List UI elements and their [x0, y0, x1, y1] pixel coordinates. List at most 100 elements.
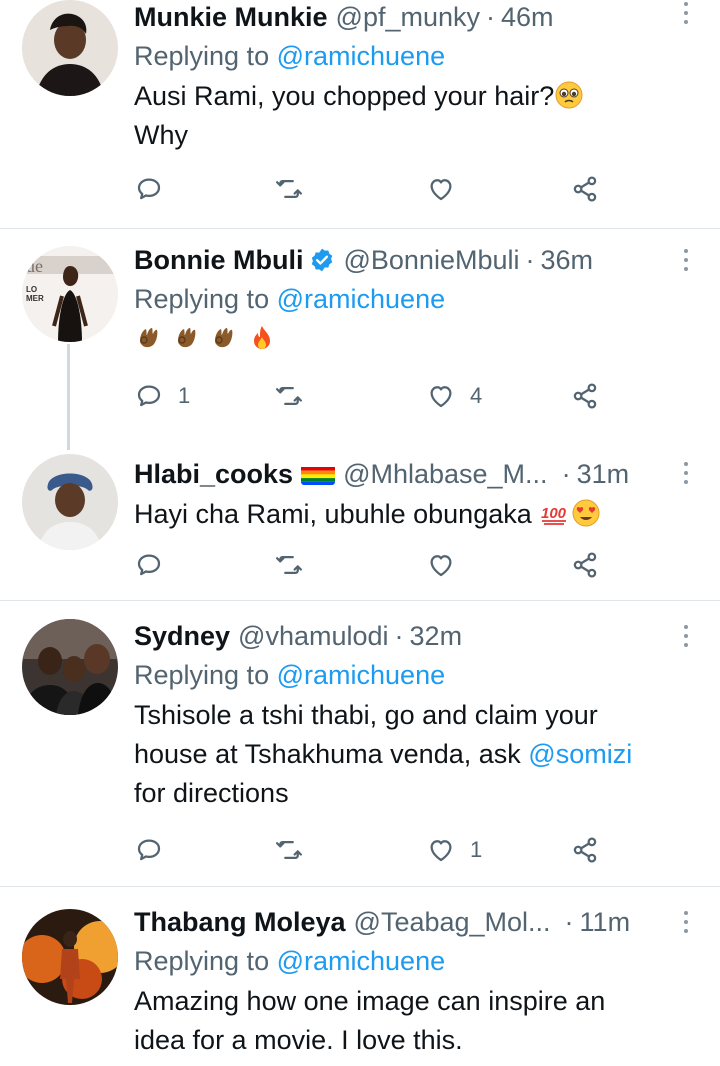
avatar[interactable] [22, 0, 118, 96]
like-button[interactable] [426, 174, 470, 204]
tweet[interactable]: Sydney @vhamulodi · 32m Replying to @ram… [0, 601, 720, 886]
retweet-button[interactable] [274, 835, 304, 865]
timestamp[interactable]: 11m [580, 905, 631, 939]
pleading-face-emoji [555, 81, 583, 109]
mention-link[interactable]: @ramichuene [277, 41, 446, 71]
tweet-text: Tshisole a tshi thabi, go and claim your… [134, 696, 660, 813]
tweet[interactable]: Munkie Munkie @pf_munky · 46m Replying t… [0, 0, 720, 228]
tweet-text-line: Why [134, 120, 188, 150]
mention-link[interactable]: @ramichuene [277, 946, 446, 976]
tweet-text: Ausi Rami, you chopped your hair? Why [134, 77, 660, 155]
retweet-icon [274, 835, 304, 865]
share-button[interactable] [570, 174, 600, 204]
avatar[interactable] [22, 619, 118, 715]
more-options-icon[interactable] [682, 249, 690, 276]
ok-hand-emoji [215, 328, 233, 348]
retweet-icon [274, 174, 304, 204]
tweet[interactable]: Hlabi_cooks @Mhlabase_M... · 31m Hayi ch… [0, 450, 720, 600]
separator: · [564, 907, 574, 937]
reply-button[interactable] [134, 550, 178, 580]
reply-icon [134, 381, 164, 411]
mention-link[interactable]: @ramichuene [277, 660, 446, 690]
like-button[interactable]: 1 [426, 835, 482, 865]
heart-icon [426, 835, 456, 865]
hundred-points-emoji: 100 [541, 505, 567, 525]
ok-hand-emoji [177, 328, 195, 348]
share-button[interactable] [570, 835, 600, 865]
fire-emoji [253, 326, 270, 349]
timestamp[interactable]: 46m [501, 0, 554, 34]
tweet-text-line: Amazing how one image can inspire an [134, 986, 606, 1016]
rainbow-flag-icon [301, 463, 336, 485]
timestamp[interactable]: 36m [541, 243, 594, 277]
separator: · [394, 621, 404, 651]
mention-link[interactable]: @ramichuene [277, 284, 446, 314]
replying-to: Replying to @ramichuene [134, 38, 660, 74]
author-name[interactable]: Thabang Moleya [134, 905, 346, 939]
share-icon [570, 835, 600, 865]
tweet-text-line: Ausi Rami, you chopped your hair? [134, 81, 555, 111]
svg-text:LO: LO [26, 285, 37, 294]
more-options-icon[interactable] [682, 625, 690, 652]
svg-text:ue: ue [26, 256, 43, 276]
replying-to-label: Replying to [134, 41, 270, 71]
verified-badge-icon [312, 248, 333, 272]
author-handle[interactable]: @pf_munky [336, 0, 480, 34]
author-handle[interactable]: @BonnieMbuli [343, 243, 519, 277]
heart-icon [426, 550, 456, 580]
more-options-icon[interactable] [682, 911, 690, 938]
retweet-button[interactable] [274, 381, 304, 411]
tweet-text-line: idea for a movie. I love this. [134, 1025, 463, 1055]
heart-eyes-emoji [572, 499, 600, 527]
retweet-button[interactable] [274, 550, 304, 580]
author-name[interactable]: Bonnie Mbuli [134, 243, 303, 277]
reply-icon [134, 835, 164, 865]
more-options-icon[interactable] [682, 2, 690, 29]
retweet-icon [274, 381, 304, 411]
reply-button[interactable] [134, 174, 178, 204]
tweet-text-line: house at Tshakhuma venda, ask [134, 739, 521, 769]
timestamp[interactable]: 31m [577, 457, 630, 491]
avatar[interactable] [22, 454, 118, 550]
tweet-text [134, 320, 660, 360]
author-handle[interactable]: @Mhlabase_M... [343, 457, 548, 491]
replying-to-label: Replying to [134, 284, 270, 314]
reply-count: 1 [178, 383, 191, 408]
retweet-button[interactable] [274, 174, 304, 204]
reply-button[interactable]: 1 [134, 381, 190, 411]
separator: · [561, 459, 571, 489]
reply-button[interactable] [134, 835, 178, 865]
replying-to: Replying to @ramichuene [134, 943, 660, 979]
timestamp[interactable]: 32m [410, 619, 463, 653]
more-options-icon[interactable] [682, 462, 690, 489]
thread-line [67, 344, 70, 450]
author-handle[interactable]: @Teabag_Mol... [354, 905, 551, 939]
avatar[interactable] [22, 909, 118, 1005]
share-button[interactable] [570, 550, 600, 580]
tweet-text: Amazing how one image can inspire an ide… [134, 982, 660, 1060]
tweet-text-line: Tshisole a tshi thabi, go and claim your [134, 700, 598, 730]
replying-to-label: Replying to [134, 946, 270, 976]
author-name[interactable]: Sydney [134, 619, 230, 653]
share-icon [570, 174, 600, 204]
heart-icon [426, 174, 456, 204]
replying-to: Replying to @ramichuene [134, 281, 660, 317]
mention-link[interactable]: @somizi [528, 739, 632, 769]
share-button[interactable] [570, 381, 600, 411]
reply-icon [134, 550, 164, 580]
svg-text:100: 100 [541, 505, 567, 522]
like-button[interactable] [426, 550, 470, 580]
ok-hand-emoji [140, 328, 158, 348]
tweet[interactable]: ue LO MER Bonnie Mbuli @BonnieMbuli · 36m … [0, 229, 720, 450]
tweet[interactable]: Thabang Moleya @Teabag_Mol... · 11m Repl… [0, 887, 720, 1066]
like-count: 1 [470, 837, 483, 862]
tweet-text: Hayi cha Rami, ubuhle obungaka 100 [134, 495, 660, 534]
replying-to-label: Replying to [134, 660, 270, 690]
reply-icon [134, 174, 164, 204]
author-name[interactable]: Hlabi_cooks [134, 457, 293, 491]
retweet-icon [274, 550, 304, 580]
author-handle[interactable]: @vhamulodi [238, 619, 388, 653]
like-button[interactable]: 4 [426, 381, 482, 411]
author-name[interactable]: Munkie Munkie [134, 0, 328, 34]
avatar[interactable]: ue LO MER [22, 246, 118, 342]
